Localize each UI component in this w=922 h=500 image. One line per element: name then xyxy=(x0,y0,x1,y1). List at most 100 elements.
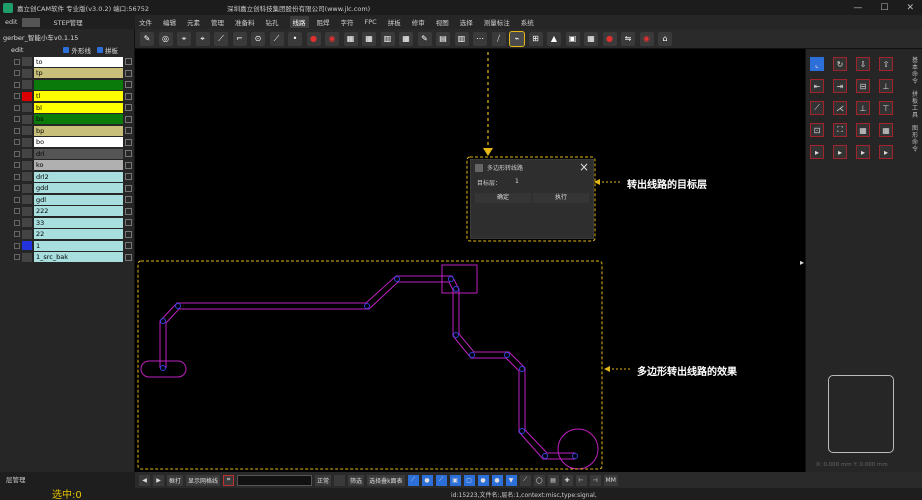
layer-visibility-checkbox[interactable] xyxy=(14,58,20,65)
layer-visibility-checkbox[interactable] xyxy=(14,162,20,169)
tool-button-14-icon[interactable]: ▦ xyxy=(856,123,870,137)
bottom-control-2[interactable]: 框打 xyxy=(167,474,184,486)
layer-select-checkbox[interactable] xyxy=(125,184,132,192)
line-icon[interactable]: ⟋ xyxy=(214,31,228,46)
menu-item-7[interactable]: 阻焊 xyxy=(317,17,330,27)
layer-row[interactable]: gdd xyxy=(14,183,132,195)
target-layer-value[interactable]: 1 xyxy=(515,178,519,185)
layer-name[interactable]: drl2 xyxy=(34,171,123,182)
menu-item-14[interactable]: 测量标注 xyxy=(484,17,510,27)
layer-row[interactable]: tp xyxy=(14,68,132,80)
layer-name[interactable]: tp xyxy=(34,68,123,79)
layer-visibility-checkbox[interactable] xyxy=(14,185,20,192)
line2-icon[interactable]: ⟋ xyxy=(269,31,284,46)
layer-select-checkbox[interactable] xyxy=(125,92,132,100)
layer-row[interactable]: 222 xyxy=(14,206,132,218)
layer-name[interactable]: 222 xyxy=(34,206,123,217)
bottom-control-4[interactable]: ⌗ xyxy=(223,474,235,486)
layer-row[interactable]: tl xyxy=(14,91,132,103)
layer-row[interactable]: to xyxy=(14,56,132,68)
stack-icon[interactable]: ▥ xyxy=(380,31,395,46)
outline-checkbox[interactable] xyxy=(63,47,70,53)
menu-item-3[interactable]: 管理 xyxy=(211,17,224,27)
layer-color-swatch[interactable] xyxy=(22,183,32,193)
stack2-icon[interactable]: ▦ xyxy=(399,31,413,46)
dot-red-icon[interactable]: ● xyxy=(306,31,321,46)
layer-select-checkbox[interactable] xyxy=(125,104,132,112)
maximize-button[interactable]: ☐ xyxy=(880,3,888,13)
layer-row[interactable]: bs xyxy=(14,114,132,126)
menu-item-5[interactable]: 钻孔 xyxy=(266,17,279,27)
tool-button-4-icon[interactable]: ⇤ xyxy=(810,79,824,93)
tool-button-10-icon[interactable]: ⊥ xyxy=(856,101,870,115)
layer-icon[interactable]: ▤ xyxy=(436,31,450,46)
layer-name[interactable]: gdd xyxy=(34,183,123,194)
layer-row[interactable]: drl xyxy=(14,148,132,160)
bottom-tool-icon-5[interactable]: ⊣ xyxy=(589,474,601,486)
layer-row[interactable]: 1 xyxy=(14,240,132,252)
bottom-tool-icon-4[interactable]: ⊢ xyxy=(575,474,587,486)
bottom-mode-icon-3[interactable]: ▣ xyxy=(449,474,461,486)
minimap[interactable] xyxy=(828,375,894,453)
menu-item-15[interactable]: 系统 xyxy=(521,17,534,27)
layer-name[interactable]: bl xyxy=(34,102,123,113)
menu-item-12[interactable]: 视图 xyxy=(436,17,449,27)
layer-name[interactable]: bs xyxy=(34,114,123,125)
menu-item-0[interactable]: 文件 xyxy=(139,17,152,27)
layer-color-swatch[interactable] xyxy=(22,206,32,216)
layer-color-swatch[interactable] xyxy=(22,114,32,124)
layer-visibility-checkbox[interactable] xyxy=(14,93,20,100)
layer-visibility-checkbox[interactable] xyxy=(14,254,20,261)
dialog-close-icon[interactable]: × xyxy=(579,160,589,174)
tool-button-19-icon[interactable]: ▸ xyxy=(879,145,893,159)
bottom-control-1[interactable]: ▶ xyxy=(153,474,164,486)
edit-icon[interactable]: ✎ xyxy=(417,31,432,46)
menu-item-9[interactable]: FPC xyxy=(365,18,377,26)
grid2-icon[interactable]: ▦ xyxy=(362,31,376,46)
tool-button-13-icon[interactable]: ⛶ xyxy=(833,123,847,137)
layer-row[interactable]: ko xyxy=(14,160,132,172)
layer-color-swatch[interactable] xyxy=(22,195,32,205)
layer-name[interactable]: gdl xyxy=(34,194,123,205)
slash-icon[interactable]: ⧸ xyxy=(491,31,506,46)
bottom-mode-icon-5[interactable]: ● xyxy=(477,474,489,486)
layer-select-checkbox[interactable] xyxy=(125,81,132,89)
layer-color-swatch[interactable] xyxy=(22,80,32,90)
layer-name[interactable]: bo xyxy=(34,137,123,148)
layer-visibility-checkbox[interactable] xyxy=(14,150,20,157)
layer-visibility-checkbox[interactable] xyxy=(14,116,20,123)
bottom-mode-icon-1[interactable]: ● xyxy=(421,474,433,486)
bottom-tool-icon-1[interactable]: ◯ xyxy=(533,474,545,486)
target-icon[interactable]: ⊙ xyxy=(251,31,265,46)
layer-select-checkbox[interactable] xyxy=(125,230,132,238)
layer-visibility-checkbox[interactable] xyxy=(14,208,20,215)
bottom-tool-icon-2[interactable]: ▤ xyxy=(547,474,559,486)
bottom-mode-icon-2[interactable]: ⟋ xyxy=(435,474,447,486)
menu-item-11[interactable]: 修审 xyxy=(412,17,425,27)
side-tab-0[interactable]: 基本命令 xyxy=(910,57,920,85)
dot-icon[interactable]: • xyxy=(288,31,302,46)
layer-select-checkbox[interactable] xyxy=(125,242,132,250)
layer-select-checkbox[interactable] xyxy=(125,127,132,135)
angle-icon[interactable]: ⌐ xyxy=(232,31,247,46)
minimize-button[interactable]: — xyxy=(853,3,862,13)
bottom-control-5[interactable] xyxy=(237,474,313,486)
bottom-tool-icon-3[interactable]: ✚ xyxy=(561,474,573,486)
close-button[interactable]: ✕ xyxy=(906,3,914,13)
layer-name[interactable]: 1 xyxy=(34,240,123,251)
layer-color-swatch[interactable] xyxy=(22,57,32,67)
layer-color-swatch[interactable] xyxy=(22,229,32,239)
bottom-control-3[interactable]: 显示网格线 xyxy=(186,474,221,486)
layer-row[interactable]: bo xyxy=(14,137,132,149)
layer-row[interactable]: bl xyxy=(14,102,132,114)
menu-item-13[interactable]: 选择 xyxy=(460,17,473,27)
project-name[interactable]: gerber_智能小车v0.1.15 xyxy=(3,32,78,42)
tab-edit[interactable]: edit xyxy=(0,18,22,26)
layer-manager-tab[interactable]: 层管理 xyxy=(6,474,26,484)
panel-checkbox[interactable] xyxy=(96,47,103,53)
layer-row[interactable]: 1_src_bak xyxy=(14,252,132,264)
tab-current-indicator[interactable] xyxy=(22,17,41,27)
unit-select[interactable]: MM xyxy=(603,474,618,486)
ring-red-icon[interactable]: ◉ xyxy=(325,31,339,46)
dots-icon[interactable]: ⋯ xyxy=(473,31,487,46)
